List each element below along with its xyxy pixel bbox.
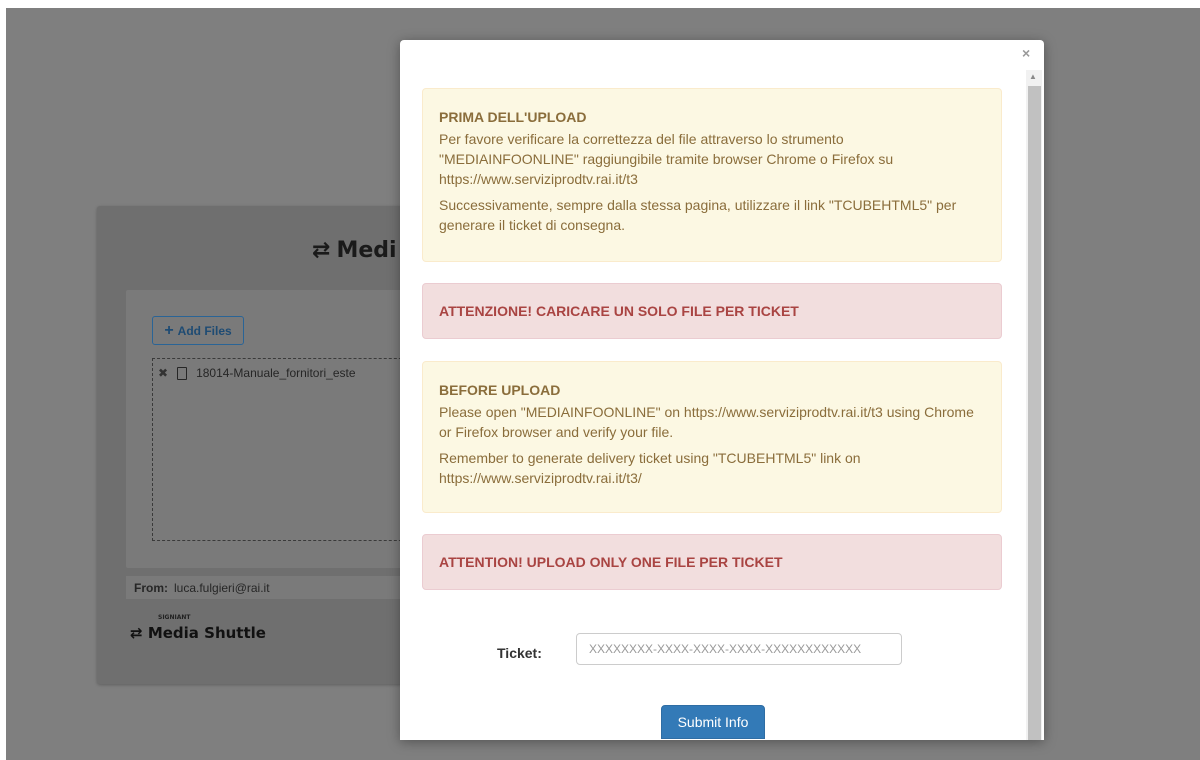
add-files-button[interactable]: + Add Files [152, 316, 244, 345]
ticket-label: Ticket: [497, 645, 542, 661]
file-icon [177, 366, 188, 380]
remove-file-icon[interactable]: ✖ [158, 366, 168, 380]
brand-name: Media Shuttle [147, 624, 266, 642]
from-label: From: [134, 580, 168, 595]
alert-message: ATTENZIONE! CARICARE UN SOLO FILE PER TI… [439, 303, 799, 319]
warning-alert-english: BEFORE UPLOAD Please open "MEDIAINFOONLI… [422, 361, 1002, 513]
signiant-logo-text: SIGNIANT [158, 614, 191, 621]
alert-paragraph: Remember to generate delivery ticket usi… [439, 450, 861, 486]
transfer-arrows-icon: ⇄ [312, 238, 331, 263]
alert-paragraph: Successivamente, sempre dalla stessa pag… [439, 197, 957, 233]
alert-heading: BEFORE UPLOAD [439, 382, 561, 398]
danger-alert-english: ATTENTION! UPLOAD ONLY ONE FILE PER TICK… [422, 534, 1002, 590]
alert-message: ATTENTION! UPLOAD ONLY ONE FILE PER TICK… [439, 554, 783, 570]
close-icon[interactable]: × [1022, 45, 1030, 61]
app-title: ⇄ Medi [312, 238, 397, 263]
plus-icon: + [164, 321, 174, 339]
scroll-up-arrow-icon[interactable]: ▲ [1029, 72, 1037, 81]
warning-alert-italian: PRIMA DELL'UPLOAD Per favore verificare … [422, 88, 1002, 262]
alert-paragraph: Please open "MEDIAINFOONLINE" on https:/… [439, 404, 974, 440]
transfer-arrows-icon: ⇄ [130, 624, 143, 642]
danger-alert-italian: ATTENZIONE! CARICARE UN SOLO FILE PER TI… [422, 283, 1002, 339]
from-field: From: luca.fulgieri@rai.it [126, 576, 416, 599]
add-files-label: Add Files [177, 323, 232, 338]
alert-paragraph: Per favore verificare la correttezza del… [439, 131, 894, 187]
from-value: luca.fulgieri@rai.it [174, 580, 270, 595]
scrollbar-thumb[interactable] [1028, 86, 1041, 740]
file-list-item: ✖ 18014-Manuale_fornitori_este [158, 364, 356, 382]
app-title-text: Medi [336, 238, 397, 263]
file-dropzone[interactable] [152, 358, 422, 541]
ticket-input[interactable] [576, 633, 902, 665]
alert-heading: PRIMA DELL'UPLOAD [439, 109, 587, 125]
media-shuttle-logo: SIGNIANT ⇄ Media Shuttle [130, 614, 266, 642]
submit-info-button[interactable]: Submit Info [661, 705, 765, 739]
file-name: 18014-Manuale_fornitori_este [196, 366, 356, 380]
